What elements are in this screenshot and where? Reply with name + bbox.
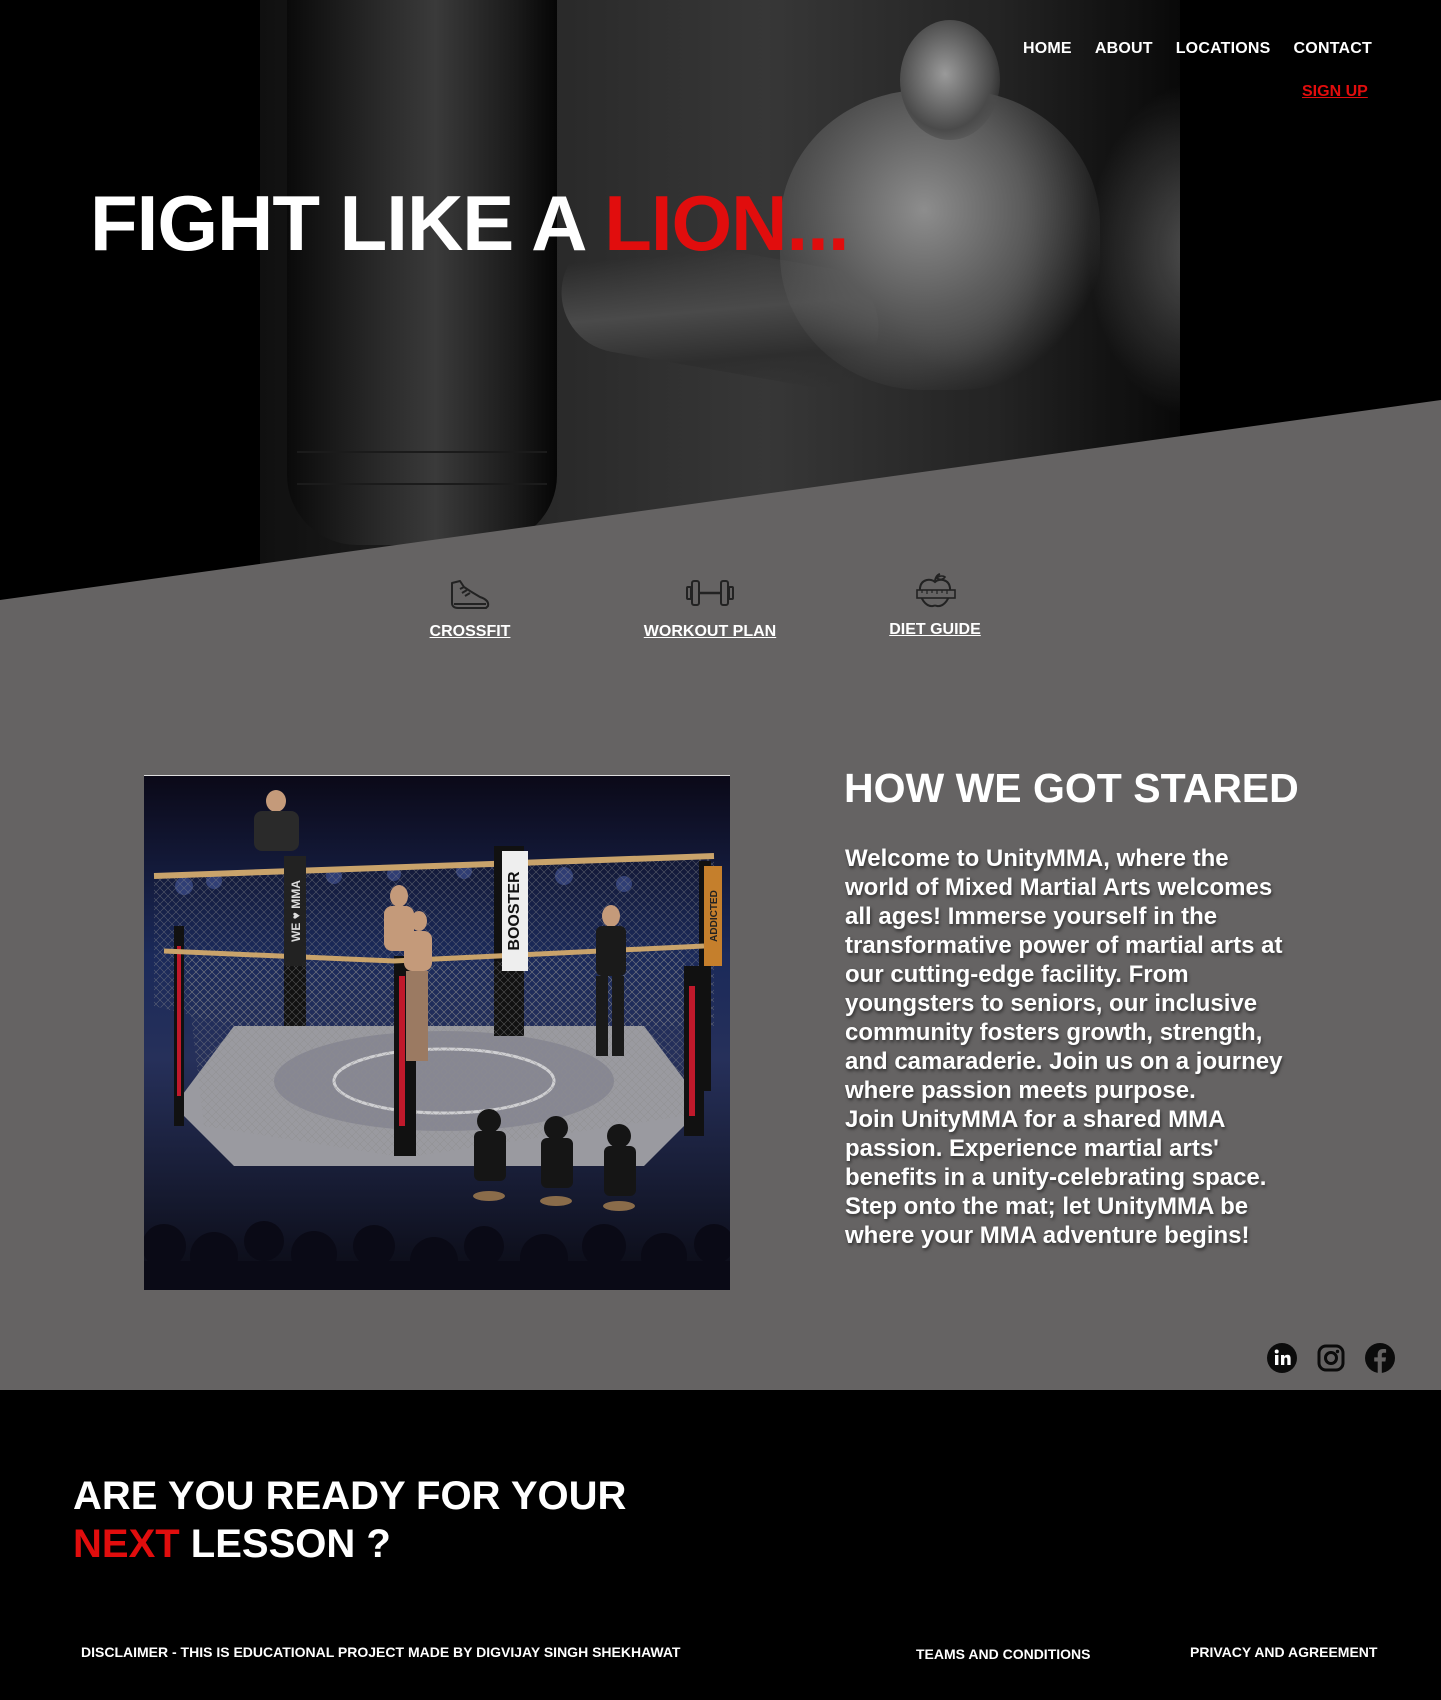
main-nav: HOME ABOUT LOCATIONS CONTACT: [1023, 40, 1372, 58]
cta-lesson: LESSON ?: [179, 1522, 391, 1566]
instagram-icon[interactable]: [1315, 1342, 1347, 1374]
dumbbell-icon: [686, 580, 734, 606]
addicted-sign: ADDICTED: [709, 890, 720, 942]
booster-sign: BOOSTER: [506, 871, 523, 951]
nav-about[interactable]: ABOUT: [1095, 40, 1153, 58]
feature-diet-guide[interactable]: DIET GUIDE: [885, 572, 985, 639]
apple-measuring-tape-icon: [916, 573, 956, 608]
mma-cage-illustration: BOOSTER WE ♥ MMA ADDICTED: [144, 776, 730, 1290]
nav-contact[interactable]: CONTACT: [1294, 40, 1372, 58]
linkedin-icon[interactable]: [1266, 1342, 1298, 1374]
story-text: Welcome to UnityMMA, where the world of …: [845, 844, 1285, 1250]
feature-workout-plan[interactable]: WORKOUT PLAN: [640, 575, 780, 641]
story-paragraph-2: Join UnityMMA for a shared MMA passion. …: [845, 1106, 1267, 1249]
nav-locations[interactable]: LOCATIONS: [1176, 40, 1271, 58]
feature-workout-plan-label[interactable]: WORKOUT PLAN: [640, 623, 780, 641]
footer-privacy-link[interactable]: PRIVACY AND AGREEMENT: [1190, 1644, 1377, 1660]
nav-home[interactable]: HOME: [1023, 40, 1072, 58]
cta-line-1: ARE YOU READY FOR YOUR: [73, 1474, 627, 1518]
punching-bag-image: [287, 0, 557, 545]
signup-link[interactable]: SIGN UP: [1302, 83, 1368, 101]
hero-title: FIGHT LIKE A LION...: [90, 178, 850, 268]
cta-line-2: NEXT LESSON ?: [73, 1520, 626, 1568]
cta-next: NEXT: [73, 1522, 180, 1566]
story-paragraph-1: Welcome to UnityMMA, where the world of …: [845, 845, 1283, 1104]
feature-crossfit-label[interactable]: CROSSFIT: [420, 623, 520, 641]
fighter-head-image: [900, 20, 1000, 140]
social-links: [1266, 1342, 1396, 1374]
cta-heading: ARE YOU READY FOR YOUR NEXT LESSON ?: [73, 1472, 626, 1568]
we-love-mma-sign: WE ♥ MMA: [289, 880, 303, 942]
mma-cage-photo: BOOSTER WE ♥ MMA ADDICTED: [144, 775, 730, 1290]
hero-title-white: FIGHT LIKE A: [90, 179, 605, 267]
hero-title-red: LION...: [604, 179, 849, 267]
story-title: HOW WE GOT STARED: [844, 765, 1299, 811]
facebook-icon[interactable]: [1364, 1342, 1396, 1374]
feature-crossfit[interactable]: CROSSFIT: [420, 575, 520, 641]
running-shoe-icon: [451, 580, 490, 609]
footer-disclaimer[interactable]: DISCLAIMER - THIS IS EDUCATIONAL PROJECT…: [81, 1644, 680, 1660]
feature-diet-guide-label[interactable]: DIET GUIDE: [885, 621, 985, 639]
footer-terms-link[interactable]: TEAMS AND CONDITIONS: [916, 1646, 1090, 1662]
